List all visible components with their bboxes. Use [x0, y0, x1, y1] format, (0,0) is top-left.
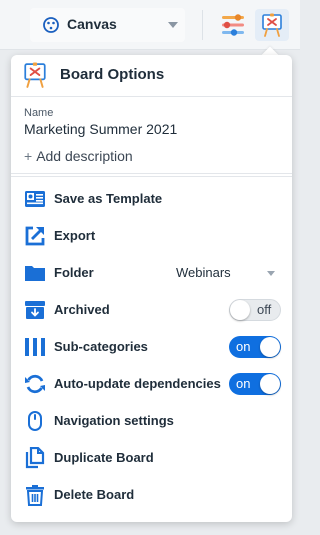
export-item[interactable]: Export [11, 219, 292, 256]
trash-icon [26, 485, 44, 506]
archived-toggle[interactable]: off [229, 299, 281, 321]
export-icon [25, 226, 45, 246]
item-label: Export [54, 228, 96, 243]
folder-icon [25, 266, 45, 281]
panel-header: Board Options [11, 55, 292, 97]
template-icon [25, 191, 45, 207]
navigation-settings-item[interactable]: Navigation settings [11, 404, 292, 441]
item-label: Navigation settings [54, 413, 174, 428]
palette-icon [43, 17, 59, 33]
section-divider [11, 173, 292, 177]
top-bar: Canvas [0, 0, 300, 50]
auto-update-toggle[interactable]: on [229, 373, 281, 395]
board-options-panel: Board Options Name Marketing Summer 2021… [11, 55, 292, 522]
add-description-button[interactable]: + Add description [24, 148, 133, 164]
panel-title: Board Options [60, 66, 165, 83]
sync-icon [25, 374, 45, 394]
add-description-label: Add description [36, 148, 133, 164]
item-label: Folder [54, 265, 94, 280]
board-options-button[interactable] [255, 9, 289, 41]
workspace-label: Canvas [67, 16, 117, 32]
folder-select[interactable]: Webinars [176, 265, 231, 280]
plus-icon: + [24, 148, 33, 164]
archived-item: Archived off [11, 293, 292, 330]
delete-board-item[interactable]: Delete Board [11, 478, 292, 515]
board-icon [24, 62, 46, 88]
item-label: Duplicate Board [54, 450, 154, 465]
copy-icon [25, 447, 45, 469]
duplicate-board-item[interactable]: Duplicate Board [11, 441, 292, 478]
folder-item[interactable]: Folder Webinars [11, 256, 292, 293]
archive-icon [25, 301, 45, 319]
toggle-state: off [257, 302, 272, 317]
toggle-knob [260, 337, 280, 357]
chevron-down-icon [267, 271, 275, 276]
toggle-state: on [236, 339, 251, 354]
toolbar-divider [202, 10, 203, 40]
item-label: Save as Template [54, 191, 163, 206]
workspace-selector[interactable]: Canvas [30, 8, 185, 42]
sliders-icon[interactable] [218, 10, 248, 40]
columns-icon [25, 338, 45, 356]
item-label: Auto-update dependencies [54, 376, 221, 391]
auto-update-dependencies-item: Auto-update dependencies on [11, 367, 292, 404]
board-name-field[interactable]: Marketing Summer 2021 [24, 121, 177, 137]
item-label: Sub-categories [54, 339, 148, 354]
item-label: Archived [54, 302, 110, 317]
item-label: Delete Board [54, 487, 135, 502]
name-label: Name [24, 107, 54, 119]
toggle-state: on [236, 376, 251, 391]
sub-categories-toggle[interactable]: on [229, 336, 281, 358]
save-as-template-item[interactable]: Save as Template [11, 182, 292, 219]
mouse-icon [28, 411, 42, 431]
sub-categories-item: Sub-categories on [11, 330, 292, 367]
toggle-knob [230, 300, 250, 320]
board-icon [262, 13, 282, 37]
chevron-down-icon [168, 22, 178, 28]
toggle-knob [260, 374, 280, 394]
